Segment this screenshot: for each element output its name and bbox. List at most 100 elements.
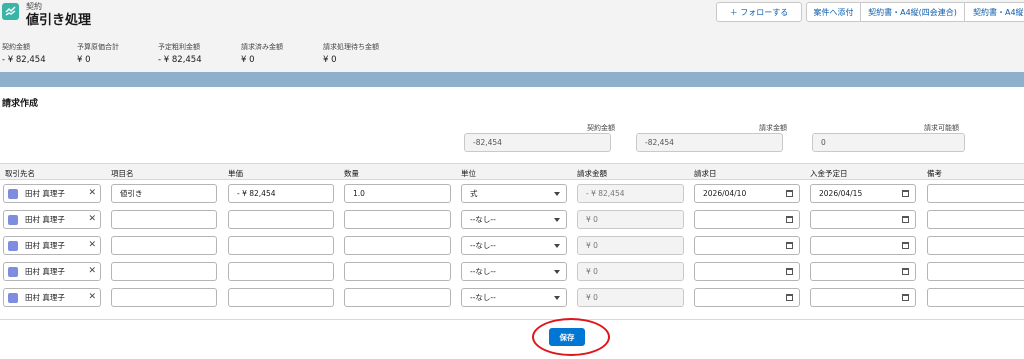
column-header-unit-price: 単価 (228, 169, 243, 178)
payment-date-input[interactable] (810, 288, 916, 307)
contract-a4-button[interactable]: 契約書・A4縦 (965, 2, 1024, 22)
billing-date-input[interactable] (694, 236, 800, 255)
summary-label-billable: 請求可能額 (924, 124, 959, 132)
column-header-item: 項目名 (111, 169, 134, 178)
contract-a4-joint-button[interactable]: 契約書・A4縦(四会連合) (861, 2, 965, 22)
account-lookup[interactable]: 田村 真理子 ✕ (3, 184, 101, 203)
follow-button[interactable]: ＋ フォローする (716, 2, 802, 22)
column-header-account: 取引先名 (5, 169, 35, 178)
payment-date-input[interactable] (810, 262, 916, 281)
unit-select[interactable]: --なし-- (461, 262, 567, 281)
calendar-icon[interactable] (902, 216, 909, 223)
note-input[interactable] (927, 288, 1024, 307)
header-actions: ＋ フォローする 案件へ添付 契約書・A4縦(四会連合) 契約書・A4縦 (716, 2, 1024, 22)
unit-price-input[interactable] (228, 288, 334, 307)
close-icon[interactable]: ✕ (88, 237, 96, 254)
quantity-input[interactable]: 1.0 (344, 184, 451, 203)
calendar-icon[interactable] (786, 216, 793, 223)
column-header-billing-date: 請求日 (694, 169, 717, 178)
account-lookup[interactable]: 田村 真理子 ✕ (3, 262, 101, 281)
amount-field: ¥ 0 (577, 236, 684, 255)
payment-date-input[interactable]: 2026/04/15 (810, 184, 916, 203)
close-icon[interactable]: ✕ (88, 211, 96, 228)
account-lookup[interactable]: 田村 真理子 ✕ (3, 210, 101, 229)
quantity-input[interactable] (344, 288, 451, 307)
item-name-input[interactable] (111, 236, 217, 255)
summary-label-contract: 契約金額 (587, 124, 615, 132)
table-row: 田村 真理子 ✕ 値引き - ¥ 82,454 1.0 式 - ¥ 82,454… (0, 184, 1024, 210)
unit-select-value: --なし-- (470, 293, 496, 302)
section-title: 請求作成 (2, 99, 39, 109)
highlight-label: 予算原価合計 (77, 43, 119, 51)
unit-price-input[interactable] (228, 210, 334, 229)
note-input[interactable] (927, 262, 1024, 281)
highlight-planned-profit: 予定粗利金額 - ¥ 82,454 (158, 42, 202, 65)
highlight-label: 請求処理待ち金額 (323, 43, 379, 51)
quantity-input[interactable] (344, 262, 451, 281)
highlight-budget-cost: 予算原価合計 ¥ 0 (77, 42, 119, 65)
highlight-billed-amount: 請求済み金額 ¥ 0 (241, 42, 283, 65)
note-input[interactable] (927, 210, 1024, 229)
unit-select-value: 式 (470, 189, 478, 198)
highlight-value: - ¥ 82,454 (2, 55, 46, 65)
calendar-icon[interactable] (902, 268, 909, 275)
billing-date-input[interactable] (694, 262, 800, 281)
note-input[interactable] (927, 236, 1024, 255)
column-header-note: 備考 (927, 169, 942, 178)
record-title: 値引き処理 (26, 13, 92, 28)
unit-select[interactable]: --なし-- (461, 210, 567, 229)
close-icon[interactable]: ✕ (88, 263, 96, 280)
chevron-down-icon (554, 270, 560, 274)
summary-billable-amount: 0 (812, 133, 965, 152)
billing-date-input[interactable]: 2026/04/10 (694, 184, 800, 203)
contact-icon (8, 189, 18, 199)
amount-field: - ¥ 82,454 (577, 184, 684, 203)
account-name: 田村 真理子 (25, 293, 65, 302)
attach-to-opportunity-button[interactable]: 案件へ添付 (806, 2, 861, 22)
footer-divider (0, 319, 1024, 320)
quantity-input[interactable] (344, 236, 451, 255)
highlight-pending-amount: 請求処理待ち金額 ¥ 0 (323, 42, 379, 65)
note-input[interactable] (927, 184, 1024, 203)
close-icon[interactable]: ✕ (88, 185, 96, 202)
quantity-input[interactable] (344, 210, 451, 229)
calendar-icon[interactable] (786, 268, 793, 275)
table-row: 田村 真理子 ✕ --なし-- ¥ 0 (0, 288, 1024, 314)
item-name-input[interactable] (111, 262, 217, 281)
header-background-band (0, 72, 1024, 87)
unit-select[interactable]: --なし-- (461, 236, 567, 255)
calendar-icon[interactable] (902, 242, 909, 249)
unit-select[interactable]: 式 (461, 184, 567, 203)
account-lookup[interactable]: 田村 真理子 ✕ (3, 236, 101, 255)
highlight-value: ¥ 0 (77, 55, 91, 65)
calendar-icon[interactable] (902, 294, 909, 301)
chevron-down-icon (554, 296, 560, 300)
billing-date-input[interactable] (694, 210, 800, 229)
record-header: 契約 値引き処理 ＋ フォローする 案件へ添付 契約書・A4縦(四会連合) 契約… (0, 0, 1024, 72)
highlight-contract-amount: 契約金額 - ¥ 82,454 (2, 42, 46, 65)
billing-date-input[interactable] (694, 288, 800, 307)
column-header-amount: 請求金額 (577, 169, 607, 178)
unit-select-value: --なし-- (470, 267, 496, 276)
chevron-down-icon (554, 192, 560, 196)
calendar-icon[interactable] (786, 294, 793, 301)
calendar-icon[interactable] (786, 190, 793, 197)
account-lookup[interactable]: 田村 真理子 ✕ (3, 288, 101, 307)
payment-date-input[interactable] (810, 210, 916, 229)
account-name: 田村 真理子 (25, 267, 65, 276)
unit-price-input[interactable]: - ¥ 82,454 (228, 184, 334, 203)
unit-select[interactable]: --なし-- (461, 288, 567, 307)
unit-price-input[interactable] (228, 262, 334, 281)
billing-date-value: 2026/04/10 (703, 189, 747, 198)
close-icon[interactable]: ✕ (88, 289, 96, 306)
item-name-input[interactable] (111, 288, 217, 307)
calendar-icon[interactable] (786, 242, 793, 249)
highlight-label: 予定粗利金額 (158, 43, 200, 51)
unit-price-input[interactable] (228, 236, 334, 255)
calendar-icon[interactable] (902, 190, 909, 197)
payment-date-input[interactable] (810, 236, 916, 255)
item-name-input[interactable]: 値引き (111, 184, 217, 203)
item-name-input[interactable] (111, 210, 217, 229)
column-header-quantity: 数量 (344, 169, 359, 178)
amount-field: ¥ 0 (577, 262, 684, 281)
